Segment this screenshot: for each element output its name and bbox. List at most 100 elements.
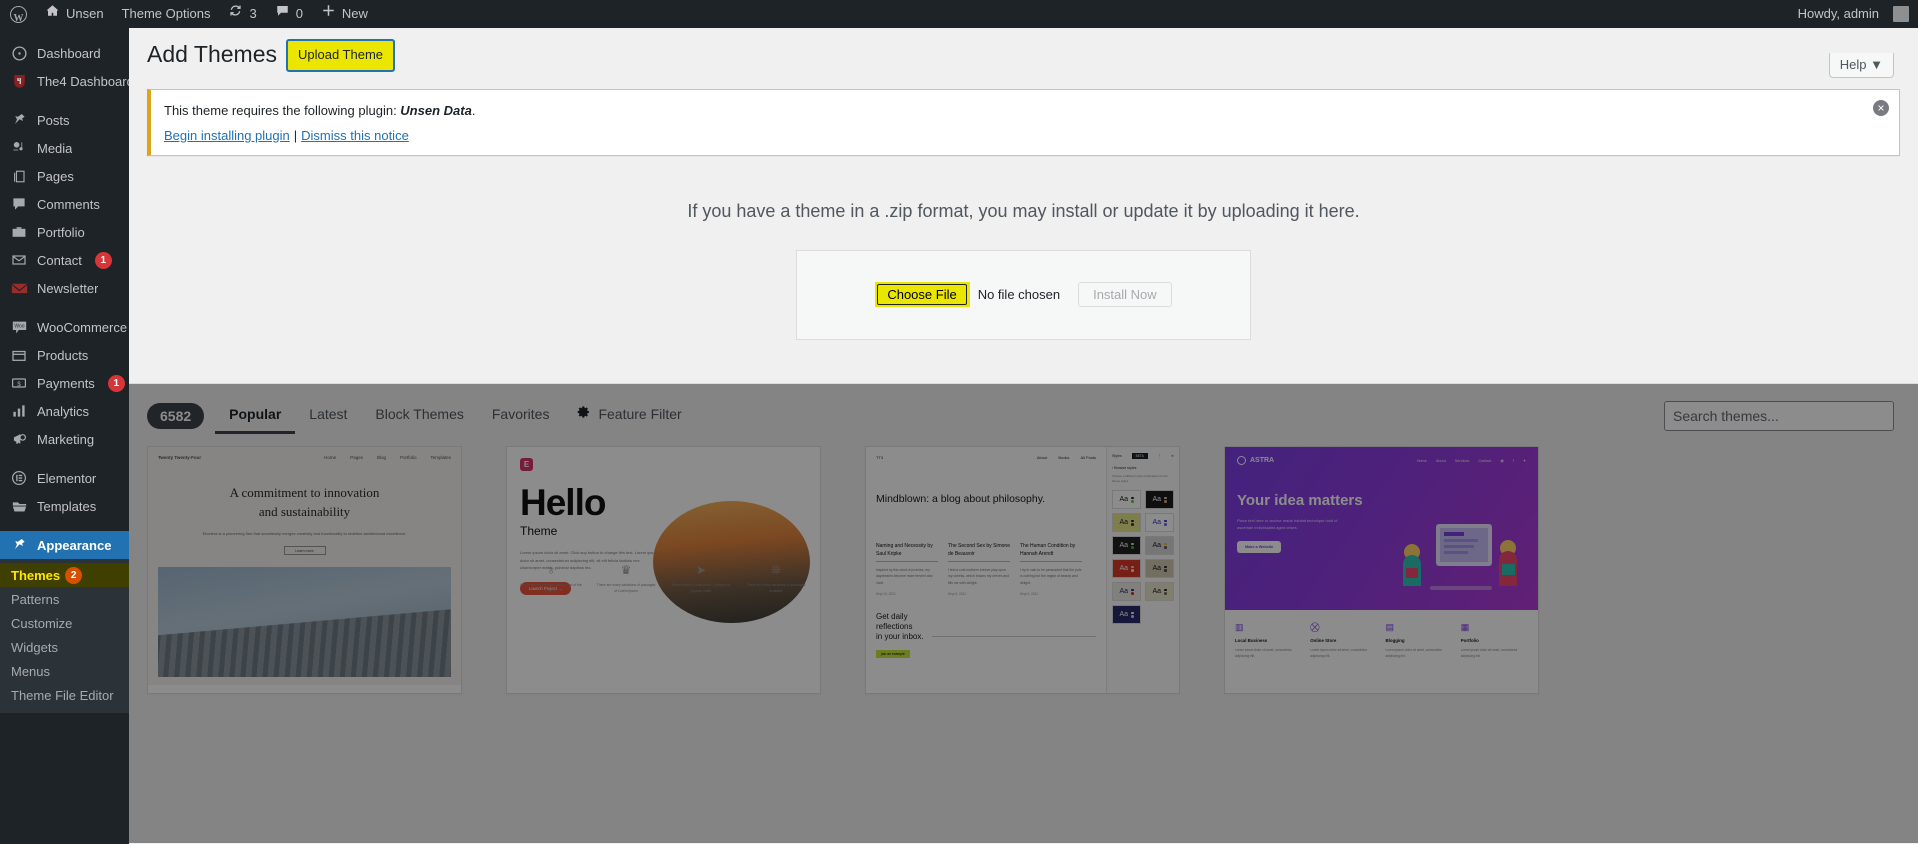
sidebar-item-dashboard[interactable]: Dashboard (0, 39, 129, 67)
feature-filter-label: Feature Filter (598, 405, 682, 422)
avatar (1893, 6, 1909, 22)
theme-filter-bar: 6582 Popular Latest Block Themes Favorit… (129, 384, 1918, 436)
tab-block-themes[interactable]: Block Themes (361, 399, 477, 434)
install-now-button[interactable]: Install Now (1078, 282, 1172, 308)
tab-favorites[interactable]: Favorites (478, 399, 564, 434)
style-swatch-grid: Aa Aa Aa Aa Aa Aa Aa Aa Aa Aa Aa (1112, 490, 1174, 625)
preview-cta-button: Make a Website (1237, 541, 1282, 554)
sidebar-item-label: Templates (37, 498, 97, 514)
gear-icon (577, 405, 591, 422)
sidebar-item-comments[interactable]: Comments (0, 190, 129, 218)
feature-item: ⛒ Online Store Lorem ipsum dolor sit ame… (1310, 622, 1377, 659)
preview-button: Learn more (283, 546, 326, 556)
submenu-item-theme-file-editor[interactable]: Theme File Editor (0, 683, 129, 707)
footer-line-2: reflections (876, 622, 913, 632)
page-header: Add Themes Upload Theme (129, 28, 1918, 72)
sidebar-item-products[interactable]: Products (0, 341, 129, 369)
main-content: Help ▼ Add Themes Upload Theme × This th… (129, 28, 1918, 844)
sidebar-item-posts[interactable]: Posts (0, 106, 129, 134)
style-swatch: Aa (1112, 582, 1141, 602)
style-swatch: Aa (1145, 582, 1174, 602)
theme-screenshot: TT3 About Books All Posts Mindblown: a b… (866, 447, 1179, 693)
megaphone-icon (9, 429, 29, 449)
my-account-menu[interactable]: Howdy, admin (1789, 0, 1918, 28)
upload-prompt-text: If you have a theme in a .zip format, yo… (687, 200, 1360, 221)
sidebar-item-label: WooCommerce (37, 319, 128, 335)
sidebar-item-media[interactable]: Media (0, 134, 129, 162)
sidebar-item-woocommerce[interactable]: Woo WooCommerce (0, 313, 129, 341)
sidebar-item-appearance[interactable]: Appearance (0, 531, 129, 559)
feature-text: There are many variations of passages of… (596, 582, 656, 593)
submenu-item-widgets[interactable]: Widgets (0, 635, 129, 659)
sidebar-item-the4-dashboard[interactable]: The4 Dashboard (0, 67, 129, 95)
upload-theme-button[interactable]: Upload Theme (285, 39, 396, 72)
sidebar-item-label: Comments (37, 196, 100, 212)
tab-feature-filter[interactable]: Feature Filter (563, 398, 695, 434)
notice-text: This theme requires the following plugin… (164, 101, 1887, 122)
sidebar-item-label: Dashboard (37, 45, 101, 61)
heading-line-1: A commitment to innovation (229, 485, 380, 500)
theme-card-twenty-twenty-three[interactable]: TT3 About Books All Posts Mindblown: a b… (865, 446, 1180, 694)
theme-options-menu[interactable]: Theme Options (113, 0, 220, 28)
submenu-item-label: Widgets (11, 639, 58, 655)
nav-link: About (1435, 458, 1446, 463)
sidebar-item-portfolio[interactable]: Portfolio (0, 218, 129, 246)
site-name-menu[interactable]: Unsen (36, 0, 113, 28)
post-title: Naming and Necessity by Saul Kripke (876, 543, 938, 562)
sidebar-item-label: The4 Dashboard (37, 73, 129, 89)
upload-theme-panel: Help ▼ Add Themes Upload Theme × This th… (129, 28, 1918, 384)
instagram-icon: ◉ (1500, 459, 1504, 463)
sidebar-item-contact[interactable]: Contact 1 (0, 246, 129, 274)
style-swatch: Aa (1112, 513, 1141, 533)
submenu-item-themes[interactable]: Themes 2 (0, 563, 129, 587)
link-separator: | (293, 127, 298, 143)
close-circle-icon[interactable]: × (1873, 99, 1889, 116)
theme-card-astra[interactable]: ASTRA Home About Services Contact ◉ f ✦ (1224, 446, 1539, 694)
trophy-icon: ♛ (620, 562, 632, 577)
admin-screen: Unsen Theme Options 3 0 New (0, 0, 1918, 844)
wordpress-logo-button[interactable] (0, 0, 36, 33)
admin-sidebar-menu: Dashboard The4 Dashboard Posts Media Pag… (0, 28, 129, 844)
styles-description: Choose a different style combination for… (1112, 474, 1168, 484)
feature-text: There are many variations of passages av… (746, 582, 806, 593)
lightbulb-icon: ♁ (546, 562, 556, 577)
sidebar-item-label: Elementor (37, 470, 97, 486)
theme-card-hello[interactable]: E Hello Theme Lorem ipsum dolor sit amet… (506, 446, 821, 694)
theme-count-badge: 6582 (147, 403, 205, 429)
help-tab-button[interactable]: Help ▼ (1828, 53, 1894, 78)
preview-paragraph: Place text here or anchor made habitat t… (1237, 518, 1338, 531)
new-content-menu[interactable]: New (312, 0, 377, 28)
updates-menu[interactable]: 3 (219, 0, 265, 28)
preview-heading: Your idea matters (1237, 492, 1363, 509)
sidebar-item-elementor[interactable]: Elementor (0, 464, 129, 492)
submenu-item-patterns[interactable]: Patterns (0, 587, 129, 611)
tab-popular[interactable]: Popular (215, 399, 295, 434)
preview-posts: Naming and Necessity by Saul Kripke Insp… (876, 543, 1096, 596)
comment-bubble-icon (9, 194, 29, 214)
sidebar-item-marketing[interactable]: Marketing (0, 425, 129, 453)
choose-file-button[interactable]: Choose File (877, 284, 967, 306)
footer-line-3: in your inbox. (876, 632, 924, 642)
sidebar-item-newsletter[interactable]: Newsletter (0, 274, 129, 302)
sidebar-item-pages[interactable]: Pages (0, 162, 129, 190)
nav-link: Templates (430, 455, 451, 460)
sidebar-item-analytics[interactable]: Analytics (0, 397, 129, 425)
site-name-label: Unsen (66, 6, 104, 21)
begin-installing-plugin-link[interactable]: Begin installing plugin (164, 128, 290, 143)
feature-text: Lorem ipsum dolor sit amet, consectetur … (1460, 648, 1518, 659)
admin-bar: Unsen Theme Options 3 0 New (0, 0, 1918, 33)
dismiss-notice-link[interactable]: Dismiss this notice (301, 128, 409, 143)
elementor-icon (9, 468, 29, 488)
theme-card-twenty-twenty-four[interactable]: Twenty Twenty-Four Home Pages Blog Portf… (147, 446, 462, 694)
submenu-item-menus[interactable]: Menus (0, 659, 129, 683)
tab-latest[interactable]: Latest (295, 399, 361, 434)
preview-nav-links: Home About Services Contact ◉ f ✦ (1417, 458, 1526, 464)
comments-menu[interactable]: 0 (266, 0, 312, 28)
submenu-item-customize[interactable]: Customize (0, 611, 129, 635)
search-themes-input[interactable] (1664, 401, 1894, 431)
sidebar-item-templates[interactable]: Templates (0, 492, 129, 520)
sidebar-item-payments[interactable]: $ Payments 1 (0, 369, 129, 397)
preview-styles-panel: Styles BETA ⋮ ✕ ‹ Browse styles Choose a… (1106, 447, 1179, 693)
sidebar-item-label: Posts (37, 112, 70, 128)
notice-text-before: This theme requires the following plugin… (164, 102, 401, 118)
